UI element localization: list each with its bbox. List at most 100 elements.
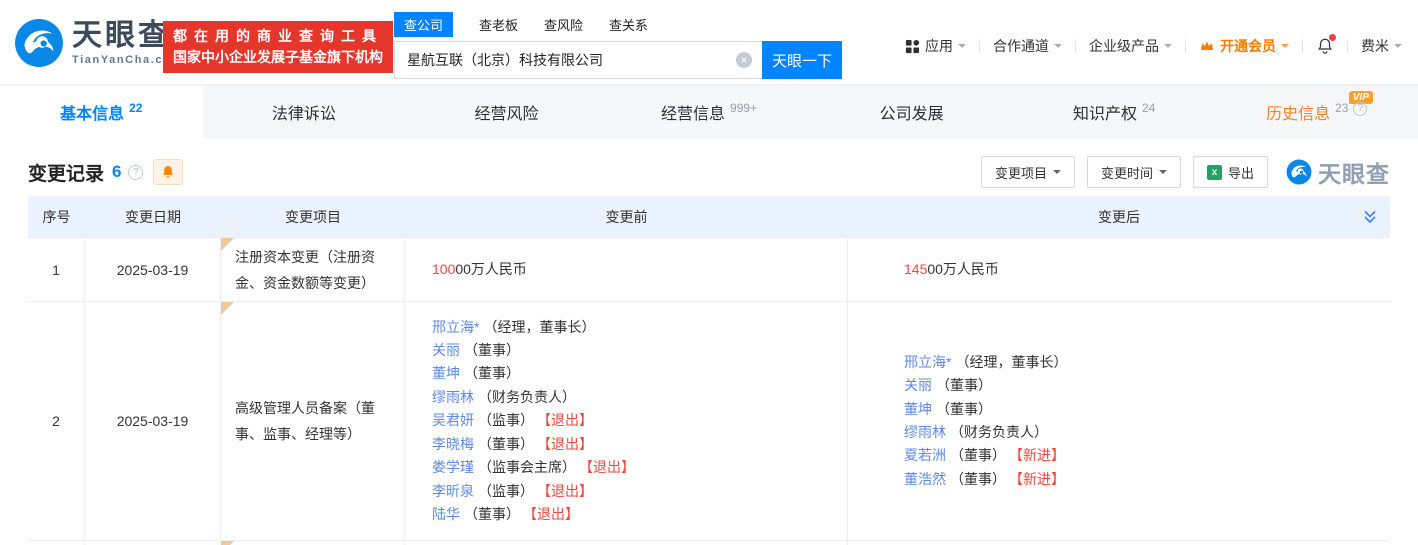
person-role: （经理，董事长） bbox=[483, 318, 596, 335]
person-role: （财务负责人） bbox=[478, 388, 576, 405]
value-rest: 00万人民币 bbox=[455, 260, 527, 277]
tianyancha-swirl-icon bbox=[1286, 159, 1312, 185]
tianyancha-change-records-page: 天眼查 TianYanCha.com 都在用的商业查询工具 国家中小企业发展子基… bbox=[0, 0, 1418, 545]
row-after-value: 14500万人民币 bbox=[848, 238, 1390, 301]
chevron-down-icon bbox=[1281, 44, 1289, 52]
person-link[interactable]: 关丽 bbox=[904, 377, 932, 393]
change-tag: 【退出】 bbox=[586, 459, 635, 476]
tianyancha-logo[interactable]: 天眼查 TianYanCha.com bbox=[14, 18, 183, 68]
tab-history-info[interactable]: VIP 历史信息 23 ? bbox=[1215, 86, 1418, 138]
person-role: （董事） bbox=[464, 505, 520, 522]
filter-change-time-button[interactable]: 变更时间 bbox=[1086, 156, 1181, 188]
help-icon[interactable]: ? bbox=[128, 164, 144, 180]
member-line: 缪雨林 （财务负责人） bbox=[432, 386, 847, 409]
promo-line2: 国家中小企业发展子基金旗下机构 bbox=[173, 49, 383, 65]
collapse-all-chevron-icon[interactable] bbox=[1362, 209, 1378, 225]
member-line: 缪雨林 （财务负责人） bbox=[904, 421, 1390, 444]
nav-partner-label: 合作通道 bbox=[993, 38, 1049, 54]
search-button[interactable]: 天眼一下 bbox=[762, 41, 842, 79]
table-header-row: 序号 变更日期 变更项目 变更前 变更后 bbox=[28, 196, 1390, 238]
crown-icon bbox=[1201, 41, 1213, 50]
person-link[interactable]: 邢立海 bbox=[904, 354, 946, 370]
member-line: 关丽 （董事） bbox=[904, 374, 1390, 397]
member-line: 董坤 （董事） bbox=[904, 398, 1390, 421]
person-link[interactable]: 关丽 bbox=[432, 342, 460, 358]
tab-company-development[interactable]: 公司发展 bbox=[810, 86, 1013, 138]
tab-business-info[interactable]: 经营信息 999+ bbox=[608, 86, 811, 138]
person-link[interactable]: 娄学瑾 bbox=[432, 459, 474, 475]
row-change-item bbox=[221, 541, 405, 545]
tab-label: 知识产权 bbox=[1072, 106, 1137, 123]
tab-count: 23 bbox=[1335, 101, 1349, 115]
person-role: （经理，董事长） bbox=[955, 353, 1068, 370]
tab-intellectual-property[interactable]: 知识产权 24 bbox=[1013, 86, 1216, 138]
table-row: 1 2025-03-19 注册资本变更（注册资金、资金数额等变更） 10000万… bbox=[28, 238, 1390, 302]
tab-label: 经营风险 bbox=[474, 106, 539, 123]
search-tab-company[interactable]: 查公司 bbox=[394, 11, 454, 37]
top-nav: 应用 合作通道 企业级产品 开通会员 费米 bbox=[905, 34, 1402, 56]
help-icon[interactable]: ? bbox=[1353, 102, 1368, 116]
person-link[interactable]: 陆华 bbox=[432, 506, 460, 522]
person-link[interactable]: 李昕泉 bbox=[432, 483, 474, 499]
person-role: （监事） bbox=[478, 412, 534, 429]
tab-operating-risk[interactable]: 经营风险 bbox=[405, 86, 608, 138]
company-search-input[interactable] bbox=[394, 41, 762, 79]
nav-apps-label: 应用 bbox=[925, 38, 953, 54]
col-header-item: 变更项目 bbox=[285, 208, 341, 225]
row-date: 2025-03-19 bbox=[85, 302, 221, 540]
subscribe-bell-button[interactable] bbox=[153, 159, 184, 185]
change-tag: 【退出】 bbox=[544, 482, 593, 499]
filter-change-project-button[interactable]: 变更项目 bbox=[980, 156, 1075, 188]
row-change-item: 高级管理人员备案（董事、监事、经理等） bbox=[221, 302, 405, 540]
change-records-header: 变更记录 6 ? 变更项目 变更时间 x 导出 天眼查 bbox=[28, 154, 1390, 190]
top-header: 天眼查 TianYanCha.com 都在用的商业查询工具 国家中小企业发展子基… bbox=[0, 0, 1418, 86]
change-tag: 【新进】 bbox=[1016, 447, 1065, 464]
notifications-bell[interactable] bbox=[1316, 34, 1336, 55]
person-link[interactable]: 董坤 bbox=[904, 401, 932, 417]
tab-legal-proceedings[interactable]: 法律诉讼 bbox=[203, 86, 406, 138]
chevron-down-icon bbox=[1052, 170, 1061, 178]
chevron-down-icon bbox=[1158, 170, 1167, 178]
person-role: （董事） bbox=[936, 400, 992, 417]
nav-user-menu[interactable]: 费米 bbox=[1361, 36, 1402, 56]
nav-apps[interactable]: 应用 bbox=[905, 36, 966, 56]
member-line: 董浩然 （董事） 【新进】 bbox=[904, 468, 1390, 491]
person-link[interactable]: 邢立海 bbox=[432, 319, 474, 335]
person-suffix: * bbox=[474, 318, 480, 335]
person-link[interactable]: 夏若洲 bbox=[904, 447, 946, 463]
change-tag: 【退出】 bbox=[530, 505, 579, 522]
chevron-down-icon bbox=[1394, 44, 1402, 52]
filter-label: 变更项目 bbox=[994, 165, 1047, 181]
nav-partner-channel[interactable]: 合作通道 bbox=[993, 36, 1062, 56]
nav-divider bbox=[979, 39, 980, 53]
search-tab-risk[interactable]: 查风险 bbox=[544, 15, 583, 34]
search-tab-relation[interactable]: 查关系 bbox=[609, 15, 648, 34]
tianyancha-swirl-icon bbox=[15, 19, 63, 67]
changed-digits: 100 bbox=[432, 260, 456, 277]
nav-open-vip[interactable]: 开通会员 bbox=[1199, 36, 1289, 56]
person-link[interactable]: 董坤 bbox=[432, 365, 460, 381]
tab-label: 法律诉讼 bbox=[271, 106, 336, 123]
person-link[interactable]: 李晓梅 bbox=[432, 436, 474, 452]
tab-count: 22 bbox=[129, 101, 143, 115]
person-link[interactable]: 吴君妍 bbox=[432, 412, 474, 428]
filter-label: 变更时间 bbox=[1100, 165, 1153, 181]
person-role: （董事） bbox=[464, 365, 520, 382]
chevron-down-icon bbox=[958, 44, 966, 52]
clear-input-icon[interactable]: × bbox=[736, 52, 752, 68]
search-tab-boss[interactable]: 查老板 bbox=[479, 15, 518, 34]
nav-enterprise-products[interactable]: 企业级产品 bbox=[1089, 36, 1172, 56]
excel-icon: x bbox=[1206, 164, 1222, 180]
person-link[interactable]: 董浩然 bbox=[904, 471, 946, 487]
change-tag: 【退出】 bbox=[544, 435, 593, 452]
person-link[interactable]: 缪雨林 bbox=[904, 424, 946, 440]
row-seq: 1 bbox=[28, 238, 85, 301]
tab-basic-info[interactable]: 基本信息 22 bbox=[0, 86, 203, 138]
search-block: 查公司 查老板 查风险 查关系 × 天眼一下 bbox=[394, 11, 842, 79]
promo-banner: 都在用的商业查询工具 国家中小企业发展子基金旗下机构 bbox=[163, 21, 393, 73]
export-button[interactable]: x 导出 bbox=[1192, 156, 1268, 188]
col-header-date: 变更日期 bbox=[125, 208, 181, 225]
person-link[interactable]: 缪雨林 bbox=[432, 389, 474, 405]
col-header-before: 变更前 bbox=[605, 208, 648, 225]
member-line: 夏若洲 （董事） 【新进】 bbox=[904, 444, 1390, 467]
